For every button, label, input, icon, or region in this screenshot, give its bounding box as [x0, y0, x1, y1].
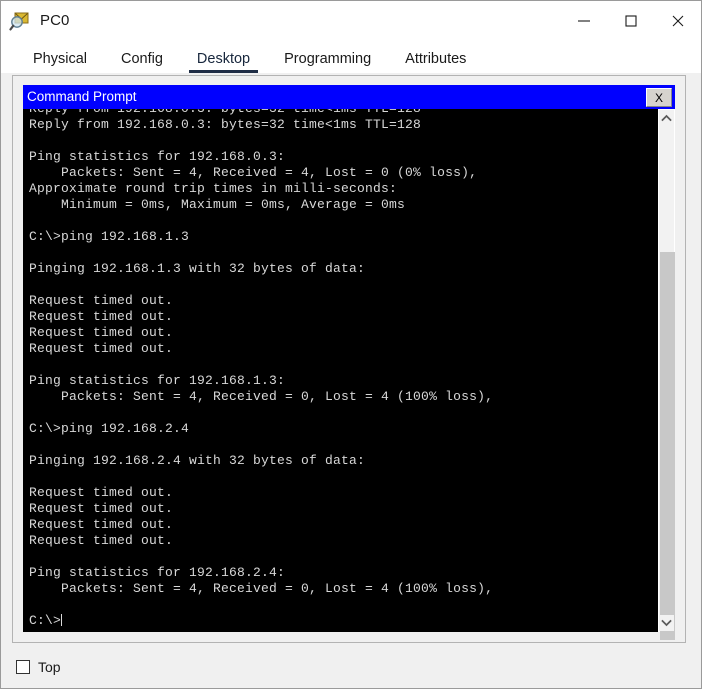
terminal-output[interactable]: Reply from 192.168.0.3: bytes=32 time<1m…	[23, 109, 658, 632]
terminal-line: Reply from 192.168.0.3: bytes=32 time<1m…	[29, 109, 658, 117]
terminal-prompt-text: C:\>	[29, 613, 62, 628]
minimize-button[interactable]	[560, 1, 607, 40]
terminal-line: Request timed out.	[29, 501, 174, 516]
terminal-line: Request timed out.	[29, 485, 174, 500]
terminal-line: Request timed out.	[29, 533, 174, 548]
terminal-line: C:\>ping 192.168.2.4	[29, 421, 190, 436]
terminal-area: Reply from 192.168.0.3: bytes=32 time<1m…	[23, 109, 675, 640]
scroll-down-button[interactable]	[659, 615, 674, 631]
terminal-line: Ping statistics for 192.168.1.3:	[29, 373, 286, 388]
terminal-line: Approximate round trip times in milli-se…	[29, 181, 398, 196]
terminal-line: Reply from 192.168.0.3: bytes=32 time<1m…	[29, 117, 422, 132]
text-caret	[61, 614, 63, 626]
command-prompt-close-button[interactable]: X	[646, 88, 672, 107]
terminal-line: Packets: Sent = 4, Received = 0, Lost = …	[29, 581, 494, 596]
terminal-line: C:\>ping 192.168.1.3	[29, 229, 190, 244]
terminal-line: Request timed out.	[29, 293, 174, 308]
top-checkbox[interactable]	[16, 660, 30, 674]
terminal-line: Request timed out.	[29, 325, 174, 340]
tab-physical[interactable]: Physical	[23, 50, 97, 73]
terminal-line: Packets: Sent = 4, Received = 4, Lost = …	[29, 165, 478, 180]
pc0-window: PC0 Physical Config Desktop Programming …	[0, 0, 702, 689]
minimize-icon	[577, 19, 590, 22]
command-prompt-titlebar: Command Prompt X	[23, 85, 675, 109]
window-title: PC0	[40, 12, 70, 29]
terminal-line: Ping statistics for 192.168.2.4:	[29, 565, 286, 580]
top-checkbox-label: Top	[38, 659, 61, 675]
tab-desktop[interactable]: Desktop	[187, 50, 260, 73]
tab-config[interactable]: Config	[111, 50, 173, 73]
close-button[interactable]	[654, 1, 701, 40]
bottom-bar: Top	[12, 653, 686, 681]
packet-tracer-magnifier-icon	[9, 10, 31, 32]
command-prompt-window: Command Prompt X Reply from 192.168.0.3:…	[23, 85, 675, 640]
maximize-button[interactable]	[607, 1, 654, 40]
terminal-line: Request timed out.	[29, 517, 174, 532]
window-titlebar: PC0	[1, 1, 701, 40]
window-controls	[560, 1, 701, 40]
maximize-icon	[624, 14, 637, 27]
scrollbar-thumb[interactable]	[660, 252, 675, 640]
device-tabs: Physical Config Desktop Programming Attr…	[1, 40, 701, 73]
scroll-up-button[interactable]	[659, 110, 674, 126]
chevron-down-icon	[661, 619, 672, 627]
tab-programming[interactable]: Programming	[274, 50, 381, 73]
terminal-line: Request timed out.	[29, 341, 174, 356]
terminal-prompt-line[interactable]: C:\>	[29, 613, 658, 629]
desktop-content-panel: Command Prompt X Reply from 192.168.0.3:…	[12, 75, 686, 643]
terminal-line: Request timed out.	[29, 309, 174, 324]
terminal-line: Pinging 192.168.1.3 with 32 bytes of dat…	[29, 261, 366, 276]
terminal-scrollbar[interactable]	[658, 109, 675, 640]
close-icon	[672, 15, 683, 26]
command-prompt-title: Command Prompt	[27, 89, 137, 104]
terminal-line: Minimum = 0ms, Maximum = 0ms, Average = …	[29, 197, 406, 212]
tab-attributes[interactable]: Attributes	[395, 50, 476, 73]
terminal-line: Packets: Sent = 4, Received = 0, Lost = …	[29, 389, 494, 404]
terminal-line: Pinging 192.168.2.4 with 32 bytes of dat…	[29, 453, 366, 468]
chevron-up-icon	[661, 114, 672, 122]
scrollbar-track[interactable]	[659, 126, 675, 640]
terminal-line: Ping statistics for 192.168.0.3:	[29, 149, 286, 164]
